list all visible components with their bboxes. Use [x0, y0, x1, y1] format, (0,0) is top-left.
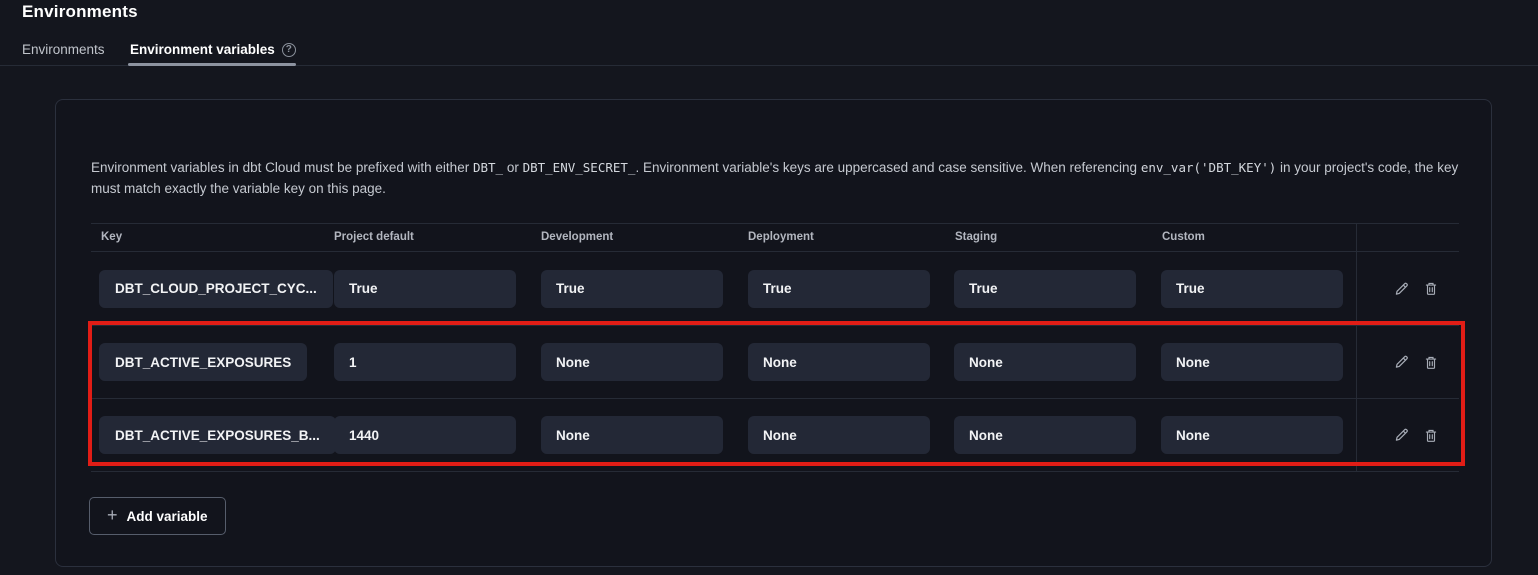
- tab-environments[interactable]: Environments: [22, 42, 105, 57]
- project-default-value-cell: True: [334, 270, 516, 308]
- staging-value-cell: None: [954, 416, 1136, 454]
- development-value-cell: True: [541, 270, 723, 308]
- table-header-row: Key Project default Development Deployme…: [91, 224, 1459, 252]
- trash-icon: [1423, 354, 1439, 370]
- instructions-text: or: [503, 160, 523, 175]
- trash-icon: [1423, 281, 1439, 297]
- tab-environment-variables[interactable]: Environment variables ?: [130, 42, 296, 57]
- table-row: DBT_ACTIVE_EXPOSURES_B... 1440 None None…: [91, 399, 1459, 472]
- pencil-icon: [1393, 280, 1410, 297]
- delete-variable-button[interactable]: [1423, 281, 1439, 297]
- tab-environment-variables-label: Environment variables: [130, 42, 275, 57]
- deployment-value-cell: True: [748, 270, 930, 308]
- staging-value-cell: None: [954, 343, 1136, 381]
- deployment-value-cell: None: [748, 343, 930, 381]
- deployment-value-cell: None: [748, 416, 930, 454]
- add-variable-label: Add variable: [127, 509, 208, 524]
- add-variable-button[interactable]: + Add variable: [89, 497, 226, 535]
- project-default-value-cell: 1: [334, 343, 516, 381]
- environment-variables-panel: Environment variables in dbt Cloud must …: [55, 99, 1492, 567]
- instructions-text: . Environment variable's keys are upperc…: [635, 160, 1140, 175]
- table-row: DBT_CLOUD_PROJECT_CYC... True True True …: [91, 252, 1459, 326]
- prefix-instructions: Environment variables in dbt Cloud must …: [91, 157, 1463, 199]
- column-header-deployment: Deployment: [748, 231, 814, 243]
- staging-value-cell: True: [954, 270, 1136, 308]
- trash-icon: [1423, 427, 1439, 443]
- code-dbt-prefix: DBT_: [473, 160, 503, 175]
- delete-variable-button[interactable]: [1423, 354, 1439, 370]
- column-header-project-default: Project default: [334, 231, 414, 243]
- column-header-development: Development: [541, 231, 613, 243]
- pencil-icon: [1393, 354, 1410, 371]
- column-header-custom: Custom: [1162, 231, 1205, 243]
- instructions-text: Environment variables in dbt Cloud must …: [91, 160, 473, 175]
- custom-value-cell: None: [1161, 343, 1343, 381]
- code-dbt-env-secret-prefix: DBT_ENV_SECRET_: [523, 160, 636, 175]
- variable-key-cell: DBT_CLOUD_PROJECT_CYC...: [99, 270, 333, 308]
- active-tab-indicator: [128, 63, 296, 66]
- development-value-cell: None: [541, 416, 723, 454]
- edit-variable-button[interactable]: [1393, 280, 1410, 297]
- tab-bar: Environments Environment variables ?: [0, 38, 1538, 66]
- help-icon[interactable]: ?: [282, 43, 296, 57]
- column-header-key: Key: [101, 231, 122, 243]
- page-title: Environments: [22, 2, 138, 22]
- pencil-icon: [1393, 427, 1410, 444]
- table-row: DBT_ACTIVE_EXPOSURES 1 None None None No…: [91, 326, 1459, 399]
- variable-key-cell: DBT_ACTIVE_EXPOSURES: [99, 343, 307, 381]
- custom-value-cell: None: [1161, 416, 1343, 454]
- delete-variable-button[interactable]: [1423, 427, 1439, 443]
- variable-key-cell: DBT_ACTIVE_EXPOSURES_B...: [99, 416, 336, 454]
- edit-variable-button[interactable]: [1393, 427, 1410, 444]
- environment-variables-table: Key Project default Development Deployme…: [91, 223, 1459, 471]
- code-env-var-reference: env_var('DBT_KEY'): [1141, 160, 1276, 175]
- plus-icon: +: [107, 506, 118, 524]
- edit-variable-button[interactable]: [1393, 354, 1410, 371]
- column-header-staging: Staging: [955, 231, 997, 243]
- custom-value-cell: True: [1161, 270, 1343, 308]
- development-value-cell: None: [541, 343, 723, 381]
- project-default-value-cell: 1440: [334, 416, 516, 454]
